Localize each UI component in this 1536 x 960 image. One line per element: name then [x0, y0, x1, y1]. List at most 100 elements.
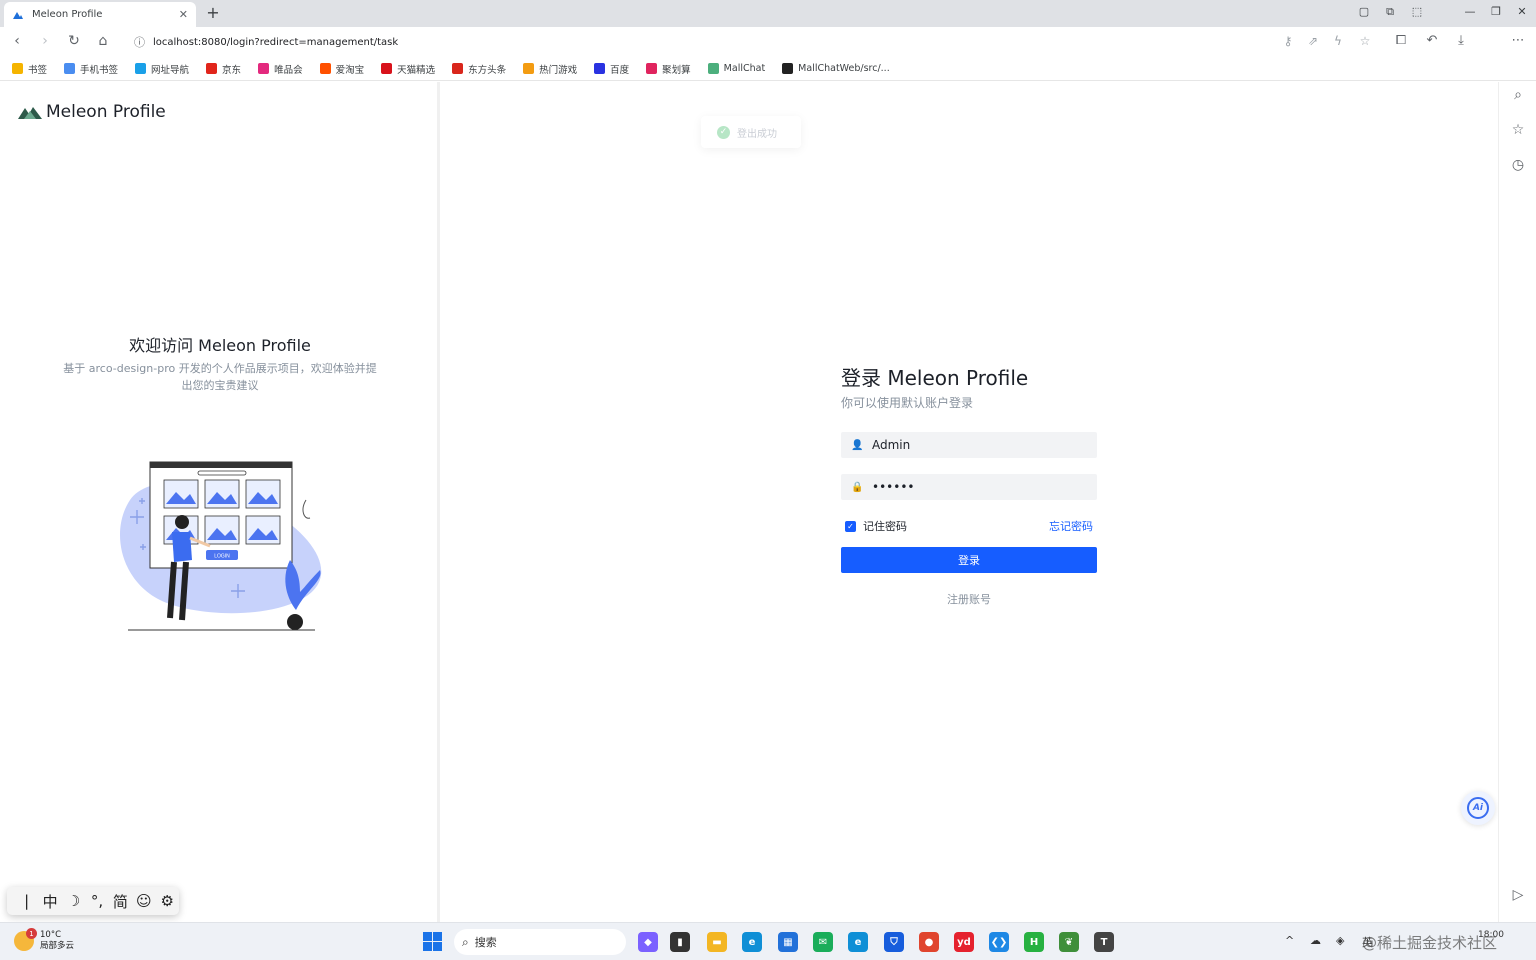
login-title: 登录 Meleon Profile	[841, 366, 1029, 390]
tray-expand-icon[interactable]: ^	[1285, 934, 1294, 947]
forgot-password-link[interactable]: 忘记密码	[1049, 518, 1093, 534]
sidebar-favorites-icon[interactable]: ☆	[1510, 122, 1526, 138]
bookmark-label: 爱淘宝	[335, 64, 365, 76]
taskbar-terminal-icon[interactable]: ▮	[670, 932, 690, 952]
browser-tab[interactable]: Meleon Profile ✕	[4, 2, 196, 27]
taskbar-vscode-icon[interactable]: ❮❯	[989, 932, 1009, 952]
search-placeholder: 搜索	[474, 936, 497, 949]
taskbar-wechat-app-icon[interactable]: ✉	[813, 932, 833, 952]
ai-icon: Ai	[1467, 797, 1489, 819]
toast-message: 登出成功	[737, 128, 777, 140]
bookmark-item[interactable]: 热门游戏	[523, 62, 577, 76]
weather-desc: 局部多云	[40, 941, 75, 951]
bookmark-item[interactable]: MallChat	[707, 63, 765, 74]
taskbar-copilot-icon[interactable]: ◆	[638, 932, 658, 952]
sidebar-search-icon[interactable]: ⌕	[1510, 87, 1526, 103]
minimize-icon[interactable]: —	[1462, 5, 1478, 18]
close-window-icon[interactable]: ✕	[1514, 5, 1530, 18]
new-tab-button[interactable]: +	[204, 3, 222, 22]
bookmark-item[interactable]: 京东	[206, 62, 241, 76]
taskbar-youdao-icon[interactable]: yd	[954, 932, 974, 952]
bookmark-favicon-icon	[452, 63, 464, 74]
ime-emoji-icon[interactable]: ☺	[132, 892, 155, 910]
bookmark-item[interactable]: 聚划算	[646, 62, 691, 76]
back-icon[interactable]: ‹	[8, 33, 26, 49]
taskbar-edge-icon[interactable]: e	[742, 932, 762, 952]
toolbar: ‹ › ↻ ⌂ ⓘ localhost:8080/login?redirect=…	[0, 27, 1536, 77]
workspaces-icon[interactable]: ⧉	[1382, 5, 1398, 19]
register-link[interactable]: 注册账号	[841, 591, 1097, 607]
bookmark-favicon-icon	[523, 63, 535, 74]
more-menu-icon[interactable]: ⋯	[1509, 33, 1527, 48]
maximize-icon[interactable]: ❐	[1488, 5, 1504, 18]
bookmark-item[interactable]: MallChatWeb/src/...	[782, 63, 890, 74]
reload-icon[interactable]: ↻	[65, 33, 83, 49]
url-text: localhost:8080/login?redirect=management…	[153, 36, 399, 48]
bookmark-label: 聚划算	[662, 64, 691, 76]
onedrive-icon[interactable]: ☁	[1310, 934, 1321, 947]
favorite-star-icon[interactable]: ☆	[1357, 34, 1373, 48]
browser-sidebar: ⌕ ☆ ◷ ▷	[1498, 82, 1536, 922]
tab-actions-icon[interactable]: ▢	[1356, 5, 1372, 18]
taskbar-edge-active-icon[interactable]: e	[848, 932, 868, 952]
taskbar-mongodb-icon[interactable]: ❦	[1059, 932, 1079, 952]
address-bar[interactable]: ⓘ localhost:8080/login?redirect=manageme…	[124, 31, 1384, 53]
password-key-icon[interactable]: ⚷	[1280, 34, 1296, 48]
username-field[interactable]: 👤 Admin	[841, 432, 1097, 458]
lightning-icon[interactable]: ϟ	[1330, 34, 1346, 48]
bookmark-item[interactable]: 唯品会	[258, 62, 303, 76]
welcome-title: 欢迎访问 Meleon Profile	[129, 336, 311, 355]
bookmark-favicon-icon	[594, 63, 606, 74]
ime-moon-icon[interactable]: ☽	[62, 892, 85, 910]
windows-start-icon[interactable]	[423, 932, 442, 951]
search-icon: ⌕	[462, 934, 469, 949]
bookmark-item[interactable]: 爱淘宝	[319, 62, 365, 76]
brand-logo[interactable]: Meleon Profile	[18, 102, 166, 122]
sidebar-history-icon[interactable]: ◷	[1510, 157, 1526, 173]
remember-password-checkbox[interactable]: ✓ 记住密码	[845, 518, 907, 534]
ime-punctuation-icon[interactable]: °,	[85, 892, 108, 910]
taskbar-bitwarden-icon[interactable]: ⛉	[884, 932, 904, 952]
tab-close-icon[interactable]: ✕	[179, 8, 188, 21]
bookmark-label: 京东	[222, 64, 242, 76]
tray-app-icon[interactable]: ◈	[1336, 934, 1344, 947]
bookmark-item[interactable]: 书签	[12, 62, 47, 76]
logout-toast: ✓ 登出成功	[701, 116, 801, 148]
bookmark-item[interactable]: 手机书签	[64, 62, 118, 76]
forward-icon[interactable]: ›	[36, 33, 54, 49]
bookmark-label: 百度	[610, 64, 630, 76]
taskbar-hbuilder-icon[interactable]: H	[1024, 932, 1044, 952]
password-field[interactable]: 🔒 ••••••	[841, 474, 1097, 500]
ime-simplified-mode[interactable]: 简	[109, 891, 132, 912]
undo-icon[interactable]: ↶	[1423, 33, 1441, 48]
weather-badge: 1	[26, 928, 37, 939]
ai-assistant-button[interactable]: Ai	[1461, 791, 1495, 825]
ime-separator: |	[24, 892, 30, 910]
download-icon[interactable]: ⤓	[1452, 33, 1470, 48]
taskbar-search[interactable]: ⌕ 搜索	[454, 929, 626, 955]
taskbar-chrome-icon[interactable]: ●	[919, 932, 939, 952]
watermark: @稀土掘金技术社区	[1362, 934, 1498, 952]
ime-toolbar: | 中 ☽ °, 简 ☺ ⚙	[7, 887, 179, 915]
password-value: ••••••	[872, 480, 915, 494]
bookmark-item[interactable]: 天猫精选	[381, 62, 435, 76]
share-icon[interactable]: ⇗	[1305, 34, 1321, 48]
bookmark-item[interactable]: 网址导航	[135, 62, 189, 76]
weather-widget[interactable]: 1 10°C 局部多云	[14, 928, 75, 952]
bookmark-item[interactable]: 百度	[594, 62, 629, 76]
taskbar-typora-icon[interactable]: T	[1094, 932, 1114, 952]
site-info-icon[interactable]: ⓘ	[134, 34, 145, 50]
ime-settings-icon[interactable]: ⚙	[156, 892, 179, 910]
success-check-icon: ✓	[717, 125, 730, 139]
home-icon[interactable]: ⌂	[94, 33, 112, 49]
ime-chinese-mode[interactable]: 中	[38, 891, 61, 912]
bookmark-label: 唯品会	[274, 64, 303, 76]
bookmark-item[interactable]: 东方头条	[452, 62, 506, 76]
login-button[interactable]: 登录	[841, 547, 1097, 573]
extensions-icon[interactable]: ⧠	[1392, 33, 1410, 48]
taskbar-store-icon[interactable]: ▦	[778, 932, 798, 952]
login-panel: ✓ 登出成功 登录 Meleon Profile 你可以使用默认账户登录 👤 A…	[443, 82, 1498, 922]
taskbar-explorer-icon[interactable]: ▬	[707, 932, 727, 952]
sidebar-collapse-icon[interactable]: ▷	[1510, 887, 1526, 903]
extensions-tab-icon[interactable]: ⬚	[1409, 5, 1425, 18]
